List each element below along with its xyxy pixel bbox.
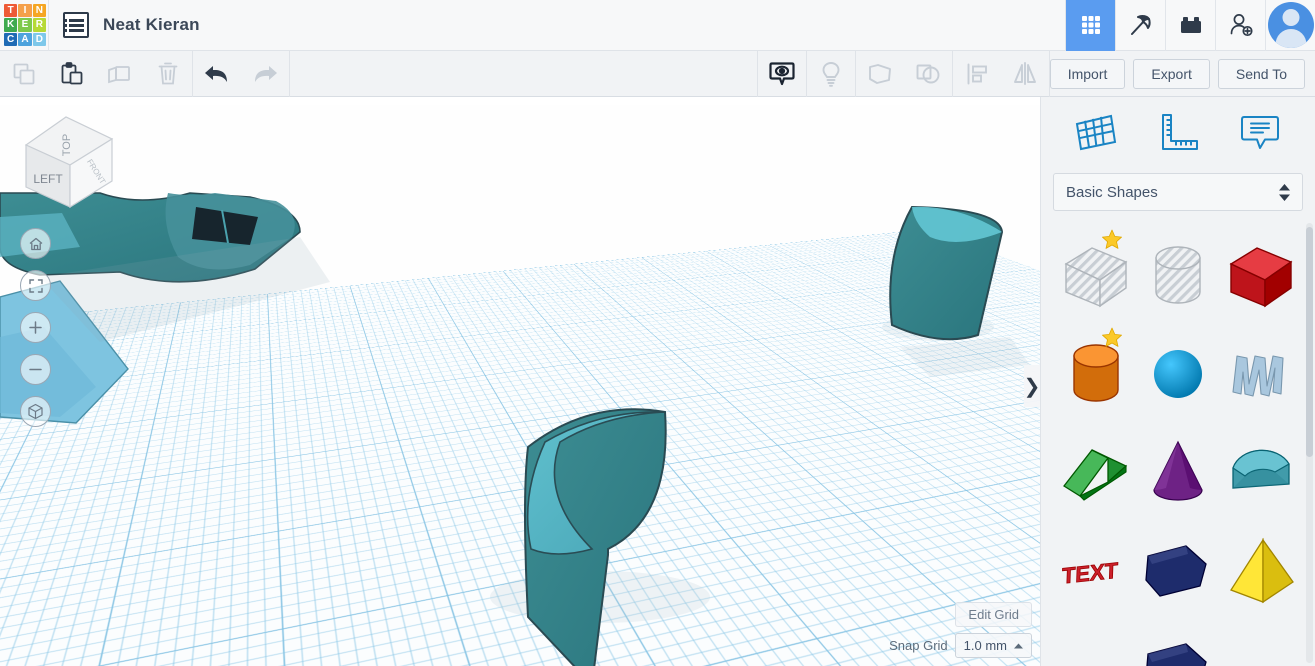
grid-controls: Edit Grid Snap Grid 1.0 mm	[889, 602, 1032, 658]
ruler-icon[interactable]	[1151, 108, 1205, 156]
redo-arrow-icon[interactable]	[241, 51, 289, 97]
tinkercad-logo[interactable]: TIN KER CAD	[2, 2, 48, 48]
list-menu-icon[interactable]	[63, 12, 89, 38]
add-user-icon[interactable]	[1215, 0, 1265, 51]
shape-polygon[interactable]	[1137, 521, 1219, 619]
3d-canvas[interactable]: TOP LEFT FRONT Edit Grid Snap Grid 1.0 m…	[0, 97, 1040, 666]
designs-grid-icon[interactable]	[1065, 0, 1115, 51]
category-select-wrap: Basic Shapes	[1041, 167, 1315, 221]
shape-text[interactable]: TEXT	[1055, 521, 1137, 619]
notes-icon[interactable]	[1233, 108, 1287, 156]
logo-tile-d: D	[33, 33, 46, 46]
shape-category-label: Basic Shapes	[1066, 184, 1279, 201]
duplicate-icon[interactable]	[96, 51, 144, 97]
ungroup-shapes-icon[interactable]	[904, 51, 952, 97]
viewcube-left-label: LEFT	[33, 172, 63, 186]
snap-grid-row: Snap Grid 1.0 mm	[889, 633, 1032, 658]
mirror-flip-icon[interactable]	[1001, 51, 1049, 97]
page-title: Neat Kieran	[103, 15, 200, 35]
action-button-group: Import Export Send To	[1050, 59, 1315, 89]
lego-brick-icon[interactable]	[1165, 0, 1215, 51]
shape-box[interactable]	[1220, 227, 1302, 325]
star-badge-icon	[1101, 229, 1123, 251]
shape-half-cylinder[interactable]	[1220, 423, 1302, 521]
shape-tube-partial[interactable]	[1055, 619, 1137, 666]
shape-cone[interactable]	[1137, 423, 1219, 521]
viewcube-top-label: TOP	[61, 134, 73, 156]
topbar-right-group	[1065, 0, 1315, 51]
copy-icon[interactable]	[0, 51, 48, 97]
export-button[interactable]: Export	[1133, 59, 1209, 89]
panel-scrollbar-thumb[interactable]	[1306, 227, 1313, 457]
align-icon[interactable]	[953, 51, 1001, 97]
logo-tile-t: T	[4, 4, 17, 17]
shape-paraboloid-partial[interactable]	[1220, 619, 1302, 666]
shape-box-hole[interactable]	[1055, 227, 1137, 325]
home-view-icon[interactable]	[20, 228, 51, 259]
group-shapes-icon[interactable]	[856, 51, 904, 97]
perspective-cube-icon[interactable]	[20, 396, 51, 427]
top-bar: TIN KER CAD Neat Kieran	[0, 0, 1315, 51]
3d-models[interactable]	[0, 97, 1040, 666]
logo-tile-k: K	[4, 18, 17, 31]
logo-tile-n: N	[33, 4, 46, 17]
star-badge-icon	[1101, 327, 1123, 349]
undo-arrow-icon[interactable]	[193, 51, 241, 97]
shapes-panel: Basic Shapes TEXT	[1040, 97, 1315, 666]
zoom-in-icon[interactable]	[20, 312, 51, 343]
chevron-up-icon	[1014, 643, 1023, 649]
logo-tile-a: A	[18, 33, 31, 46]
logo-tile-e: E	[18, 18, 31, 31]
edit-grid-button[interactable]: Edit Grid	[955, 602, 1032, 627]
workplane-icon[interactable]	[1069, 108, 1123, 156]
visibility-eye-icon[interactable]	[758, 51, 806, 97]
shape-sphere[interactable]	[1137, 325, 1219, 423]
shape-roof[interactable]	[1055, 423, 1137, 521]
view-cube[interactable]: TOP LEFT FRONT	[12, 97, 124, 213]
shape-pyramid[interactable]	[1220, 521, 1302, 619]
shape-category-select[interactable]: Basic Shapes	[1053, 173, 1303, 211]
zoom-out-icon[interactable]	[20, 354, 51, 385]
logo-tile-c: C	[4, 33, 17, 46]
svg-text:TEXT: TEXT	[1062, 558, 1119, 589]
logo-tile-r: R	[33, 18, 46, 31]
shape-cylinder[interactable]	[1055, 325, 1137, 423]
send-to-button[interactable]: Send To	[1218, 59, 1305, 89]
pickaxe-icon[interactable]	[1115, 0, 1165, 51]
snap-grid-value: 1.0 mm	[964, 638, 1007, 653]
divider	[48, 0, 49, 51]
shape-scribble[interactable]	[1220, 325, 1302, 423]
logo-tile-i: I	[18, 4, 31, 17]
panel-collapse-handle[interactable]: ❯	[1024, 365, 1040, 407]
lightbulb-icon[interactable]	[807, 51, 855, 97]
edit-toolbar: Import Export Send To	[0, 51, 1315, 97]
shape-cylinder-hole[interactable]	[1137, 227, 1219, 325]
delete-trash-icon[interactable]	[144, 51, 192, 97]
import-button[interactable]: Import	[1050, 59, 1126, 89]
fit-to-view-icon[interactable]	[20, 270, 51, 301]
shape-polygon-partial[interactable]	[1137, 619, 1219, 666]
tinkercad-app: TIN KER CAD Neat Kieran Import Export Send…	[0, 0, 1315, 666]
stepper-arrows-icon	[1279, 184, 1290, 201]
paste-icon[interactable]	[48, 51, 96, 97]
panel-tool-icons	[1041, 97, 1315, 167]
divider	[289, 51, 290, 97]
view-controls	[20, 228, 51, 427]
snap-grid-label: Snap Grid	[889, 638, 948, 653]
avatar[interactable]	[1265, 0, 1315, 51]
snap-grid-select[interactable]: 1.0 mm	[955, 633, 1032, 658]
shape-palette: TEXT	[1041, 221, 1315, 666]
avatar-image	[1268, 2, 1314, 48]
